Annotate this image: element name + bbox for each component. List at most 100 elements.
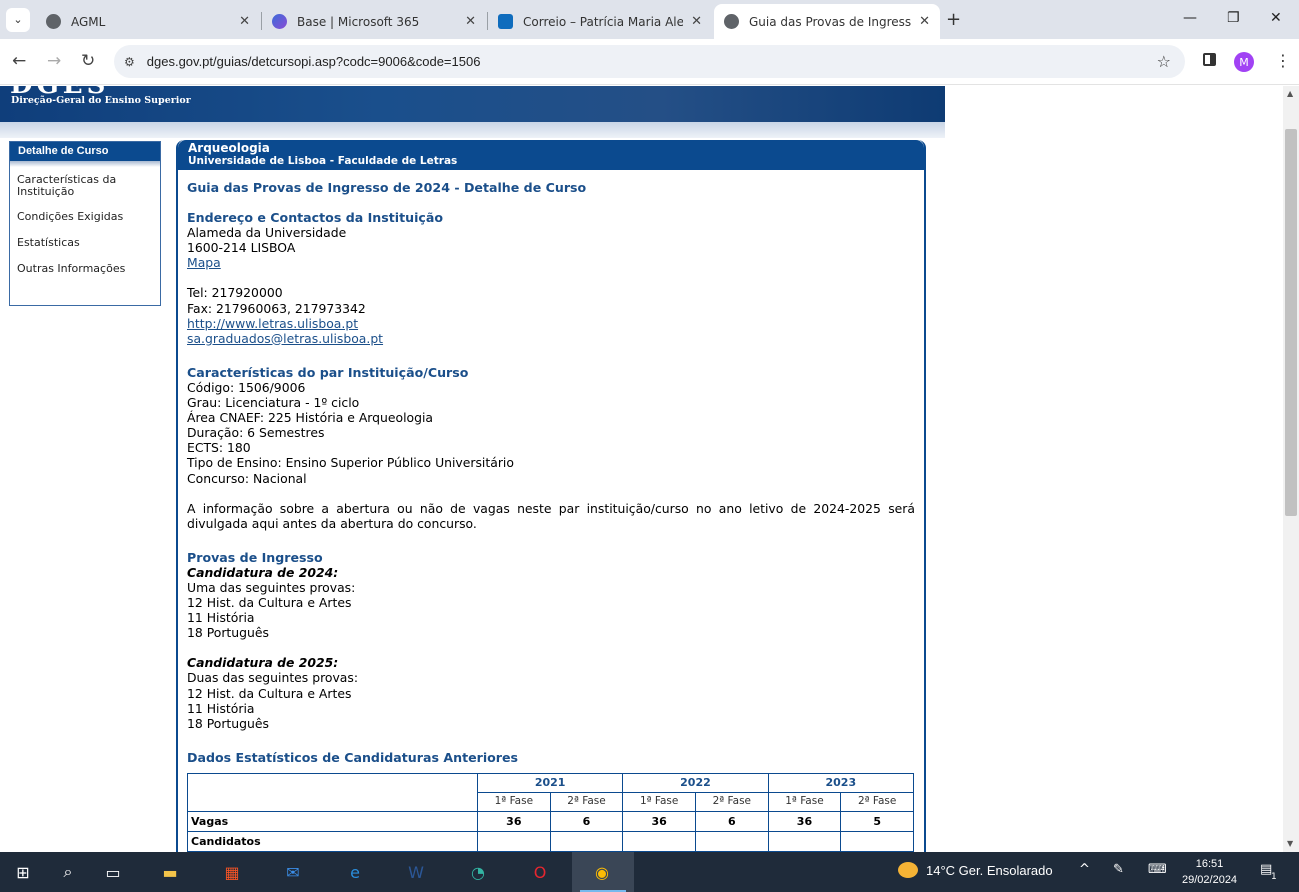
kebab-menu-icon[interactable]: ⋮ <box>1275 51 1291 70</box>
candidatura-2024-title: Candidatura de 2024: <box>187 564 339 580</box>
edge-icon[interactable]: ◔ <box>466 860 490 884</box>
table-cell: 6 <box>694 810 769 832</box>
banner-fade <box>0 122 945 138</box>
file-explorer-icon[interactable]: ▬ <box>158 860 182 884</box>
sidebar-divider <box>10 161 160 167</box>
scroll-down-icon[interactable]: ▼ <box>1287 839 1293 848</box>
minimize-button[interactable]: — <box>1183 10 1197 26</box>
table-cell: 36 <box>477 810 551 832</box>
close-icon[interactable]: ✕ <box>919 14 930 29</box>
microsoft365-icon <box>272 14 287 29</box>
windows-start-icon[interactable]: ⊞ <box>11 860 35 884</box>
page-viewport: DGES Direção-Geral do Ensino Superior De… <box>0 86 1283 852</box>
weather-widget[interactable]: 14°C Ger. Ensolarado <box>898 862 1053 878</box>
table-cell <box>549 830 624 852</box>
url-omnibox[interactable]: ⚙ dges.gov.pt/guias/detcursopi.asp?codc=… <box>114 45 1185 78</box>
system-clock[interactable]: 16:51 29/02/2024 <box>1182 856 1237 888</box>
globe-icon <box>724 14 739 29</box>
characteristic-line: ECTS: 180 <box>187 440 251 456</box>
forward-arrow-icon[interactable]: → <box>47 51 61 71</box>
close-icon[interactable]: ✕ <box>465 14 476 29</box>
site-banner: DGES Direção-Geral do Ensino Superior <box>0 86 945 122</box>
candidatura-2024-intro: Uma das seguintes provas: <box>187 579 356 595</box>
internet-explorer-icon[interactable]: e <box>343 860 367 884</box>
sidebar-item-caracteristicas[interactable]: Características da Instituição <box>10 174 160 198</box>
url-text[interactable]: dges.gov.pt/guias/detcursopi.asp?codc=90… <box>147 54 481 69</box>
page-scrollbar[interactable]: ▲ ▼ <box>1283 86 1299 852</box>
address-line: Alameda da Universidade <box>187 225 347 241</box>
globe-icon <box>46 14 61 29</box>
table-corner <box>187 772 478 812</box>
characteristic-line: Grau: Licenciatura - 1º ciclo <box>187 395 360 411</box>
sidebar-item-estatisticas[interactable]: Estatísticas <box>10 237 160 249</box>
vagas-notice: A informação sobre a abertura ou não de … <box>187 500 915 531</box>
phase-header: 1ª Fase <box>477 792 551 812</box>
characteristic-line: Tipo de Ensino: Ensino Superior Público … <box>187 455 514 471</box>
pen-icon[interactable]: ✎ <box>1113 862 1124 877</box>
back-arrow-icon[interactable]: ← <box>12 51 26 71</box>
chrome-icon[interactable]: ◉ <box>590 860 614 884</box>
email-link[interactable]: sa.graduados@letras.ulisboa.pt <box>187 331 383 346</box>
search-icon[interactable]: ⌕ <box>56 860 80 884</box>
bookmark-star-icon[interactable]: ☆ <box>1157 52 1171 71</box>
characteristic-line: Código: 1506/9006 <box>187 379 306 395</box>
outlook-icon <box>498 14 513 29</box>
side-panel-icon[interactable] <box>1203 53 1216 66</box>
site-settings-icon[interactable]: ⚙ <box>124 55 135 69</box>
close-icon[interactable]: ✕ <box>691 14 702 29</box>
clock-date: 29/02/2024 <box>1182 874 1238 886</box>
tab-search-button[interactable]: ⌄ <box>6 7 30 32</box>
browser-tab[interactable]: AGML ✕ <box>36 4 260 39</box>
institution-name: Universidade de Lisboa - Faculdade de Le… <box>188 155 458 167</box>
provas-heading: Provas de Ingresso <box>187 549 323 565</box>
scrollbar-thumb[interactable] <box>1285 129 1297 516</box>
tray-expand-icon[interactable]: ^ <box>1079 862 1090 877</box>
address-bar-row: ← → ↻ ⚙ dges.gov.pt/guias/detcursopi.asp… <box>0 39 1299 85</box>
weather-sun-icon <box>898 862 918 878</box>
fax-text: Fax: 217960063, 217973342 <box>187 300 366 316</box>
phase-header: 2ª Fase <box>840 792 914 812</box>
characteristic-line: Área CNAEF: 225 História e Arqueologia <box>187 410 434 426</box>
course-details: Guia das Provas de Ingresso de 2024 - De… <box>178 170 924 852</box>
tab-title: Base | Microsoft 365 <box>297 14 420 29</box>
scroll-up-icon[interactable]: ▲ <box>1287 89 1293 98</box>
candidatura-2025-title: Candidatura de 2025: <box>187 655 339 671</box>
new-tab-button[interactable]: + <box>946 9 961 30</box>
task-view-icon[interactable]: ▭ <box>101 860 125 884</box>
close-icon[interactable]: ✕ <box>239 14 250 29</box>
year-header: 2021 <box>476 772 624 793</box>
table-cell: 6 <box>549 810 624 832</box>
word-icon[interactable]: W <box>404 860 428 884</box>
sidebar-item-outras[interactable]: Outras Informações <box>10 263 160 275</box>
tab-title: Guia das Provas de Ingresso 20 <box>749 14 912 29</box>
table-cell <box>767 830 842 852</box>
website-link[interactable]: http://www.letras.ulisboa.pt <box>187 316 358 331</box>
chevron-down-icon: ⌄ <box>13 13 23 26</box>
table-cell: 36 <box>767 810 842 832</box>
window-close-button[interactable]: ✕ <box>1270 10 1282 26</box>
reload-icon[interactable]: ↻ <box>81 51 95 71</box>
browser-tab[interactable]: Base | Microsoft 365 ✕ <box>262 4 486 39</box>
sidebar-item-condicoes[interactable]: Condições Exigidas <box>10 211 160 223</box>
table-cell <box>694 830 769 852</box>
opera-icon[interactable]: O <box>528 860 552 884</box>
characteristic-line: Concurso: Nacional <box>187 470 307 486</box>
sidebar-title: Detalhe de Curso <box>10 142 160 161</box>
prova-item: 11 História <box>187 700 255 716</box>
course-header: Arqueologia Universidade de Lisboa - Fac… <box>178 140 924 170</box>
year-header: 2022 <box>622 772 769 793</box>
browser-tab[interactable]: Correio – Patrícia Maria Alexand ✕ <box>488 4 712 39</box>
phase-header: 1ª Fase <box>767 792 842 812</box>
taskbar: ⊞ ⌕ ▭ ▬ ▦ ✉ e W ◔ O ◉ 14°C Ger. Ensolara… <box>0 852 1299 892</box>
stats-heading: Dados Estatísticos de Candidaturas Anter… <box>187 749 519 765</box>
profile-avatar[interactable]: M <box>1234 52 1254 72</box>
browser-tab-active[interactable]: Guia das Provas de Ingresso 20 ✕ <box>714 4 940 39</box>
mail-icon[interactable]: ✉ <box>281 860 305 884</box>
prova-item: 12 Hist. da Cultura e Artes <box>187 595 352 611</box>
row-label: Candidatos <box>187 830 478 852</box>
store-icon[interactable]: ▦ <box>220 860 244 884</box>
keyboard-icon[interactable]: ⌨ <box>1148 862 1167 877</box>
table-cell: 36 <box>622 810 696 832</box>
restore-button[interactable]: ❐ <box>1227 10 1240 26</box>
map-link[interactable]: Mapa <box>187 255 221 270</box>
